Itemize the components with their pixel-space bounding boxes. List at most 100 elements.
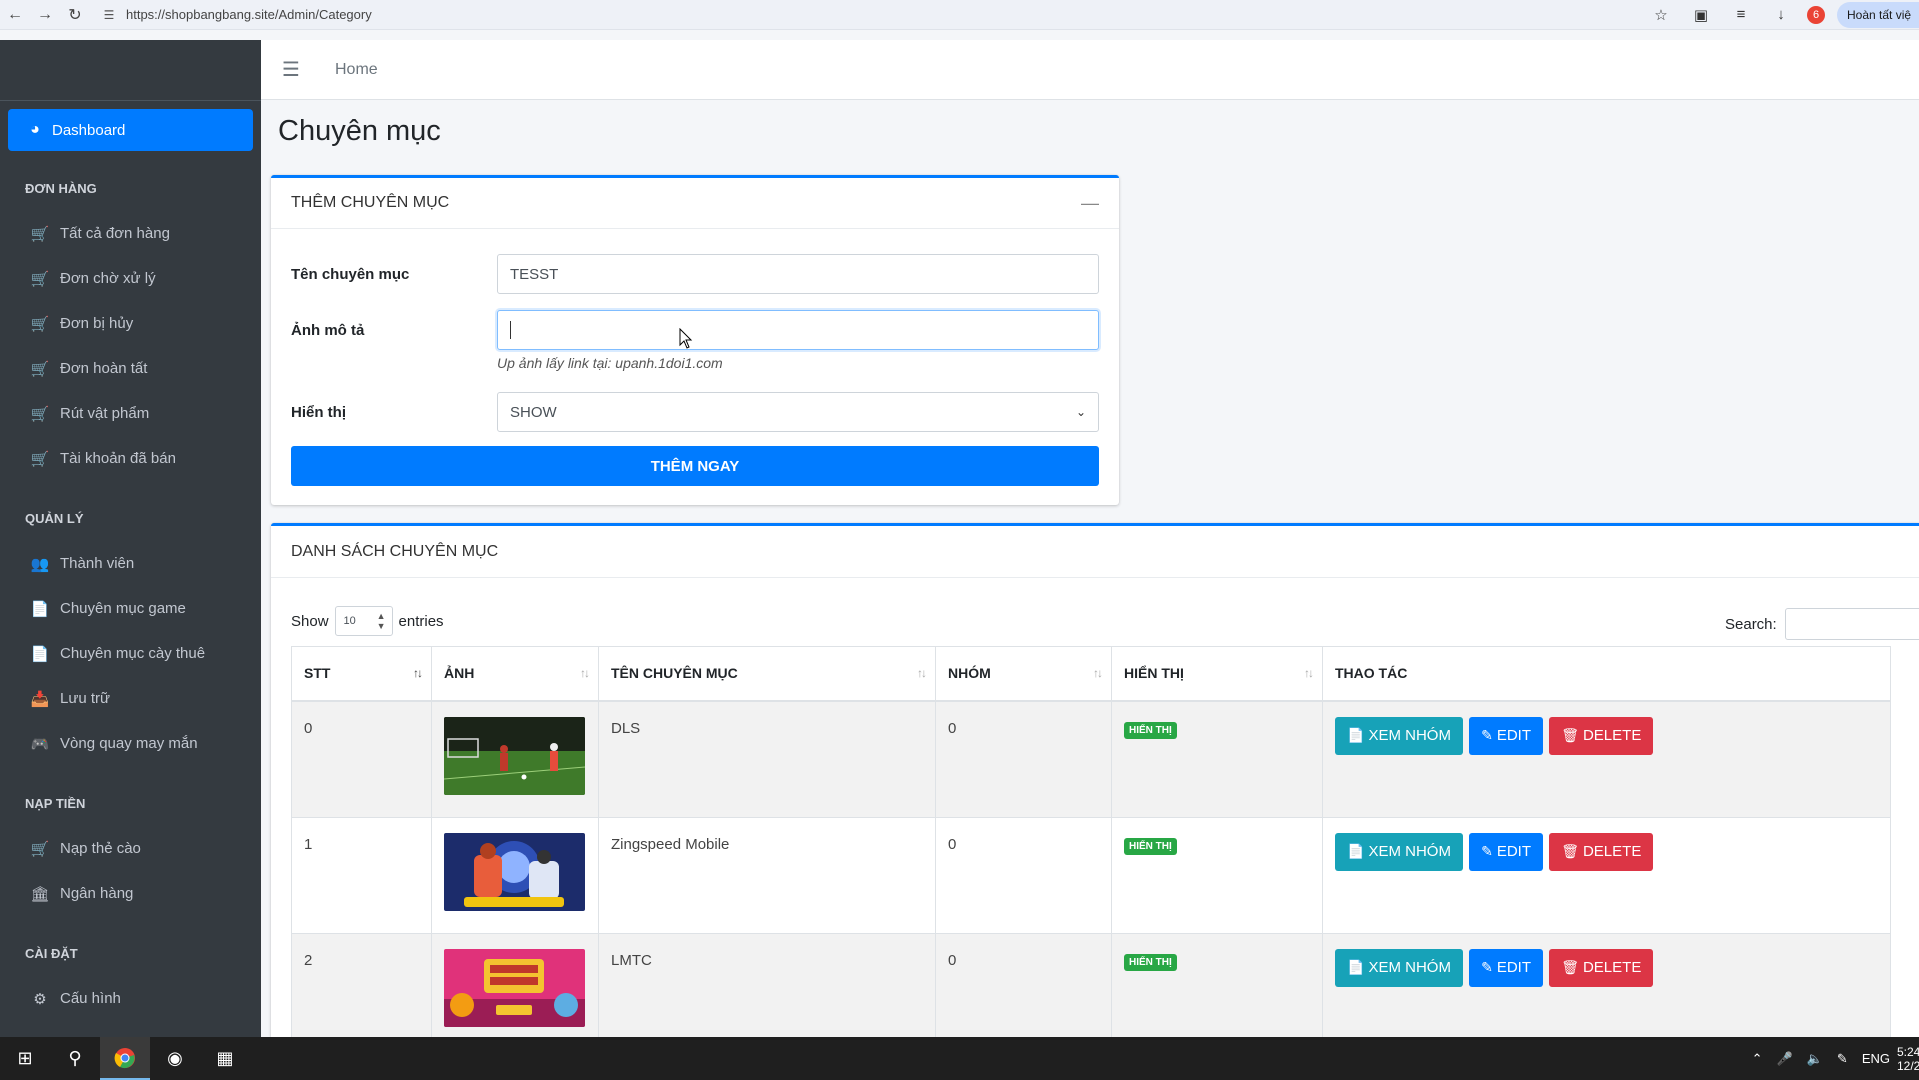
sidebar-brand [0,40,261,101]
display-label: Hiển thị [291,403,346,421]
card-title: DANH SÁCH CHUYÊN MỤC [291,542,499,560]
chevron-down-icon: ⌄ [1075,405,1086,419]
view-group-button[interactable]: 📄 XEM NHÓM [1335,716,1463,755]
image-url-input[interactable] [497,310,1099,350]
category-name-input[interactable]: TESST [497,254,1099,294]
home-link[interactable]: Home [335,61,378,79]
cart-icon: 🛒 [30,315,50,333]
cart-icon: 🛒 [30,405,50,423]
sidebar-item-withdraw-items[interactable]: 🛒 Rút vật phẩm [0,391,261,436]
profile-button[interactable]: Hoàn tất việ [1837,1,1919,28]
image-row: Ảnh mô tả [291,310,1099,350]
windows-start-icon[interactable]: ⊞ [0,1037,50,1080]
column-header-group[interactable]: NHÓM ↑↓ [935,646,1112,702]
bookmark-star-icon[interactable]: ☆ [1641,0,1681,30]
gamepad-icon: 🎮 [30,735,50,753]
app-window-icon[interactable]: ▦ [200,1037,250,1080]
view-group-button[interactable]: 📄 XEM NHÓM [1335,948,1463,987]
delete-button[interactable]: 🗑 DELETE [1549,716,1654,755]
view-group-button[interactable]: 📄 XEM NHÓM [1335,832,1463,871]
sort-icon: ↑↓ [1093,666,1103,680]
cart-icon: 🛒 [30,360,50,378]
display-row: Hiển thị SHOW ⌄ [291,392,1099,432]
edit-icon: ✎ [1481,727,1493,743]
sidebar-item-boosting-categories[interactable]: 📄 Chuyên mục cày thuê [0,631,261,676]
column-header-image[interactable]: ẢNH ↑↓ [431,646,599,702]
download-icon[interactable]: ↓ [1761,0,1801,30]
sidebar-item-pending-orders[interactable]: 🛒 Đơn chờ xử lý [0,256,261,301]
chrome-icon[interactable] [100,1037,150,1080]
status-badge: HIỂN THỊ [1124,953,1177,971]
column-header-display[interactable]: HIỂN THỊ ↑↓ [1111,646,1323,702]
clock[interactable]: 5:24 12/2 [1897,1045,1919,1073]
url-text: https://shopbangbang.site/Admin/Category [126,7,372,22]
search-input[interactable] [1784,608,1919,640]
add-category-card: THÊM CHUYÊN MỤC — Tên chuyên mục TESST Ả… [271,175,1119,505]
sidebar-item-lucky-wheel[interactable]: 🎮 Vòng quay may mắn [0,721,261,766]
delete-button[interactable]: 🗑 DELETE [1549,948,1654,987]
media-control-icon[interactable]: ≡ [1721,0,1761,30]
top-navbar: ☰ Home [261,40,1919,100]
sidebar-item-members[interactable]: 👥 Thành viên [0,541,261,586]
browser-toolbar: ← → ↻ ☰ https://shopbangbang.site/Admin/… [0,0,1919,30]
image-label: Ảnh mô tả [291,321,365,339]
forward-icon[interactable]: → [30,0,60,30]
cell-stt: 2 [291,932,432,1037]
sidebar-item-config[interactable]: ⚙ Cấu hình [0,976,261,1021]
reload-icon[interactable]: ↻ [60,0,90,30]
edit-icon: ✎ [1481,843,1493,859]
sidebar-section-manage: QUẢN LÝ [25,510,84,526]
edit-button[interactable]: ✎ EDIT [1469,716,1544,755]
search-icon[interactable]: ⚲ [50,1037,100,1080]
extensions-icon[interactable]: ▣ [1681,0,1721,30]
obs-icon[interactable]: ◉ [150,1037,200,1080]
sidebar-item-sold-accounts[interactable]: 🛒 Tài khoản đã bán [0,436,261,481]
notification-badge[interactable]: 6 [1807,5,1825,24]
hamburger-menu-icon[interactable]: ☰ [261,57,321,82]
sidebar-item-scratch-card[interactable]: 🛒 Nạp thẻ cào [0,826,261,871]
image-hint: Up ảnh lấy link tại: upanh.1doi1.com [497,355,723,371]
column-header-name[interactable]: TÊN CHUYÊN MỤC ↑↓ [598,646,936,702]
entries-select[interactable]: 10 ▲ ▼ [334,606,393,636]
volume-icon[interactable]: 🔈 [1807,1051,1823,1067]
sidebar-item-all-orders[interactable]: 🛒 Tất cả đơn hàng [0,211,261,256]
sidebar-item-dashboard[interactable]: ◕ Dashboard [8,109,253,151]
sidebar: ◕ Dashboard ĐƠN HÀNG 🛒 Tất cả đơn hàng 🛒 Đ… [0,40,261,1037]
card-title: THÊM CHUYÊN MỤC [291,194,450,211]
name-row: Tên chuyên mục TESST [291,254,1099,294]
sidebar-item-cancelled-orders[interactable]: 🛒 Đơn bị hủy [0,301,261,346]
sort-icon: ↑↓ [413,666,423,680]
sidebar-item-game-categories[interactable]: 📄 Chuyên mục game [0,586,261,631]
edit-button[interactable]: ✎ EDIT [1469,948,1544,987]
sidebar-item-bank[interactable]: 🏛 Ngân hàng [0,871,261,916]
sidebar-item-completed-orders[interactable]: 🛒 Đơn hoàn tất [0,346,261,391]
sidebar-item-storage[interactable]: 📥 Lưu trữ [0,676,261,721]
pen-icon[interactable]: ✎ [1837,1051,1848,1067]
search-label: Search: [1725,615,1777,633]
back-icon[interactable]: ← [0,0,30,30]
system-tray: ⌃ 🎤 🔈 ✎ ENG 5:24 12/2 [1745,1045,1919,1073]
category-thumbnail-zingspeed [444,832,585,911]
column-header-actions: THAO TÁC [1322,646,1891,702]
collapse-minus-icon[interactable]: — [1081,193,1099,214]
cell-group: 0 [935,932,1112,1037]
sidebar-section-deposit: NẠP TIỀN [25,795,86,811]
chevron-up-icon[interactable]: ⌃ [1752,1051,1763,1067]
cell-group: 0 [935,816,1112,934]
trash-icon: 🗑 [1561,727,1579,743]
language-indicator[interactable]: ENG [1862,1051,1890,1066]
address-bar[interactable]: ☰ https://shopbangbang.site/Admin/Catego… [98,3,1568,27]
delete-button[interactable]: 🗑 DELETE [1549,832,1654,871]
file-icon: 📄 [30,645,50,663]
microphone-icon[interactable]: 🎤 [1777,1051,1793,1067]
category-thumbnail-lmtc [444,948,585,1027]
display-select[interactable]: SHOW ⌄ [497,392,1099,432]
table-row: 2 LMTC 0 HIỂN THỊ 📄 XEM NHÓM ✎ EDIT 🗑 DE… [291,932,1891,1037]
add-now-button[interactable]: THÊM NGAY [291,446,1099,486]
edit-button[interactable]: ✎ EDIT [1469,832,1544,871]
cell-group: 0 [935,700,1112,818]
site-settings-icon[interactable]: ☰ [98,8,120,22]
trash-icon: 🗑 [1561,843,1579,859]
column-header-stt[interactable]: STT ↑↓ [291,646,432,702]
sort-icon: ↑↓ [580,666,590,680]
